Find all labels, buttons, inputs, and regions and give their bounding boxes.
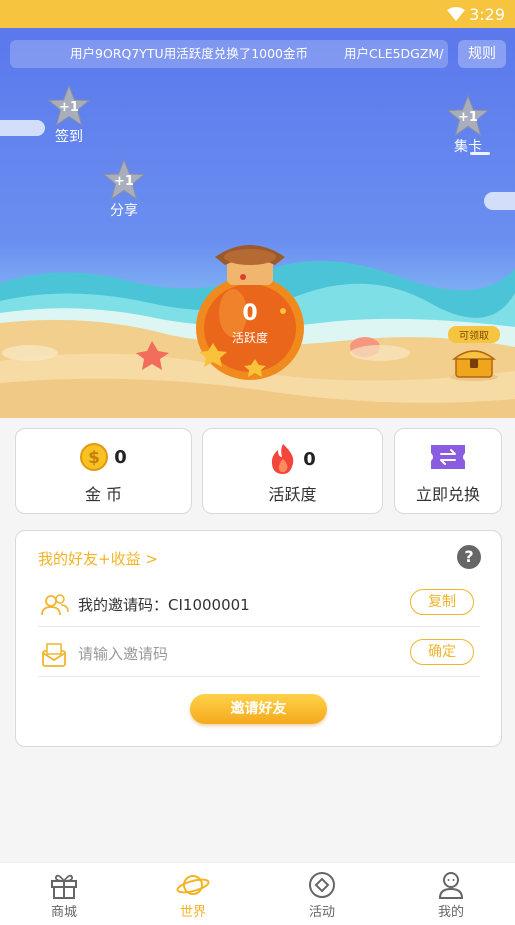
planet-icon [176,875,210,895]
nav-activity[interactable]: 活动 [258,863,386,925]
envelope-icon [42,643,66,667]
bottom-nav: 商城 世界 活动 我的 [0,862,515,925]
star-badge: +1 [59,100,79,115]
claimable-badge: 可领取 [448,326,500,343]
star-icon: +1 [102,158,146,201]
ticket-exchange-icon [431,445,465,469]
activity-label: 活跃度 [231,331,268,345]
nav-label: 世界 [179,905,206,920]
help-icon[interactable]: ? [457,545,481,569]
user-icon [438,872,464,899]
star-label: 签到 [55,129,83,145]
coins-card[interactable]: $ 0 金 币 [15,428,192,514]
coins-label: 金 币 [84,485,123,504]
star-badge: +1 [114,174,134,189]
nav-label: 活动 [308,905,335,920]
flame-icon [272,444,294,474]
friends-card: 我的好友+收益 > ? 我的邀请码：CI1000001 复制 确定 邀请好友 [15,530,502,747]
star-icon: +1 [446,94,490,137]
status-bar: 3:29 [0,0,515,28]
checkin-star[interactable]: +1 签到 [44,84,94,146]
collect-star[interactable]: +1 集卡 [443,94,493,156]
wifi-icon [447,7,465,21]
nav-mall[interactable]: 商城 [0,863,128,925]
star-badge: +1 [458,110,478,125]
activity-stat-value: 0 [303,448,316,470]
my-invite-code: 我的邀请码：CI1000001 [78,596,250,614]
share-star[interactable]: +1 分享 [99,158,149,220]
ticker-message: 用户9ORQ7YTU用活跃度兑换了1000金币 [70,46,309,61]
ticker-message: 用户CLE5DGZM/ [344,46,444,61]
friends-earnings-link[interactable]: 我的好友+收益 > [38,548,158,569]
enter-code-row: 确定 [38,631,480,677]
redeem-card[interactable]: 立即兑换 [394,428,502,514]
invite-friends-button[interactable]: 邀请好友 [190,694,327,724]
treasure-chest[interactable]: 可领取 [448,326,500,385]
coins-value: 0 [114,446,127,468]
gift-icon [51,874,77,899]
activity-bottle[interactable]: 0 活跃度 [185,233,315,383]
activity-stat-label: 活跃度 [268,485,317,504]
cloud-decoration [0,120,45,136]
chest-icon [450,350,498,381]
diamond-circle-icon [309,872,335,898]
coin-icon: $ [80,443,109,471]
confirm-button[interactable]: 确定 [410,639,474,665]
invite-code-input[interactable] [78,641,378,667]
status-time: 3:29 [469,5,505,24]
rules-button[interactable]: 规则 [458,40,506,68]
invite-code-row: 我的邀请码：CI1000001 复制 [38,581,480,627]
nav-mine[interactable]: 我的 [387,863,515,925]
cloud-decoration [484,192,515,210]
nav-world[interactable]: 世界 [129,863,257,925]
nav-label: 商城 [50,905,77,920]
star-icon: +1 [47,84,91,127]
redeem-label: 立即兑换 [415,485,480,504]
activity-value: 0 [242,301,258,326]
users-icon [41,594,69,616]
activity-card[interactable]: 0 活跃度 [202,428,383,514]
copy-button[interactable]: 复制 [410,589,474,615]
star-label: 分享 [110,203,138,219]
world-scene: 用户9ORQ7YTU用活跃度兑换了1000金币 用户CLE5DGZM/ 规则 +… [0,28,515,418]
exchange-ticker: 用户9ORQ7YTU用活跃度兑换了1000金币 用户CLE5DGZM/ [10,40,448,68]
nav-label: 我的 [437,905,464,920]
svg-text:$: $ [88,448,100,468]
star-label: 集卡 [454,139,482,155]
